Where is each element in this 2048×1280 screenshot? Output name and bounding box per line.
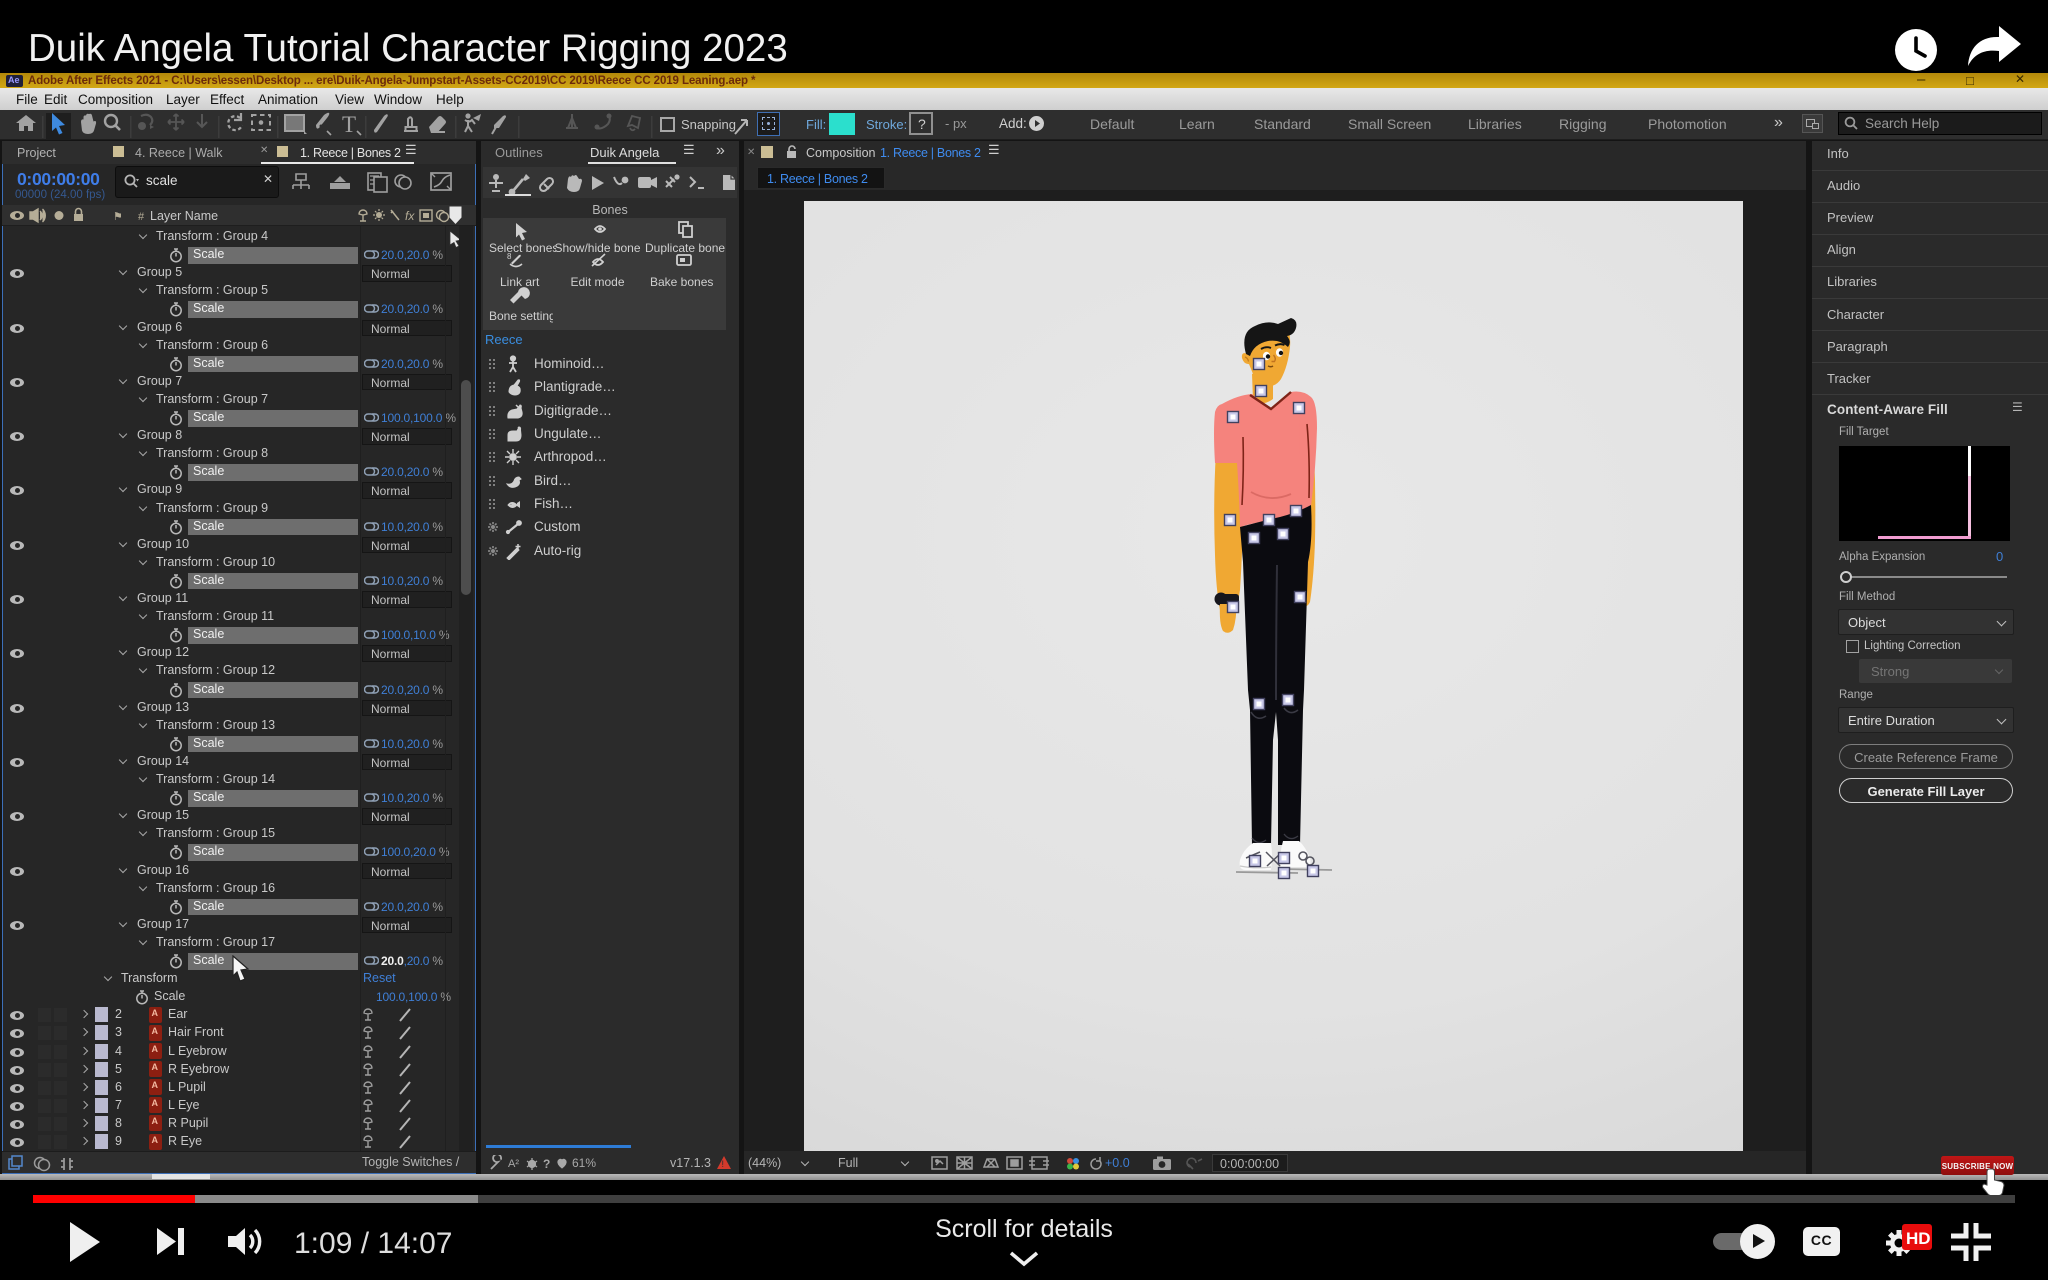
svg-text:⚑: ⚑ bbox=[113, 211, 123, 223]
svg-text:fx: fx bbox=[405, 209, 415, 223]
svg-text:!: ! bbox=[722, 1159, 725, 1169]
svg-text:HD: HD bbox=[1906, 1229, 1931, 1248]
svg-text:#: # bbox=[138, 211, 145, 223]
svg-text:?: ? bbox=[543, 1157, 550, 1171]
svg-text:T: T bbox=[342, 112, 356, 137]
svg-text:A²: A² bbox=[508, 1158, 519, 1170]
